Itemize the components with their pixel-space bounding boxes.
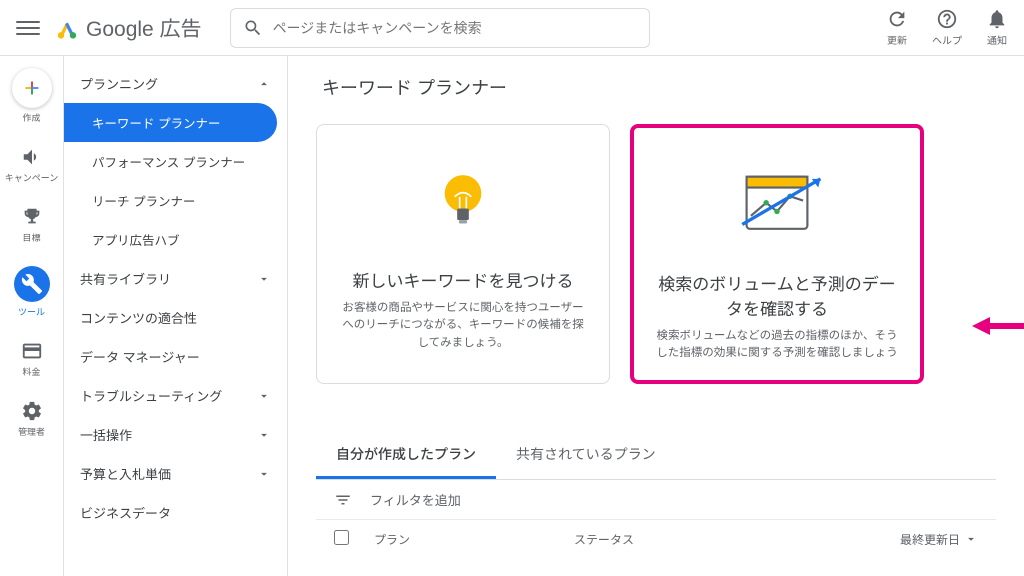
trophy-icon	[21, 206, 43, 228]
side-data-manager[interactable]: データ マネージャー	[64, 337, 287, 376]
side-group-planning[interactable]: プランニング	[64, 64, 287, 103]
google-ads-logo-icon	[56, 17, 78, 39]
col-updated[interactable]: 最終更新日	[900, 531, 978, 548]
side-keyword-planner[interactable]: キーワード プランナー	[64, 103, 277, 142]
card-forecast-title: 検索のボリュームと予測のデータを確認する	[654, 270, 900, 320]
side-reach-planner[interactable]: リーチ プランナー	[64, 181, 287, 220]
search-box[interactable]	[230, 8, 650, 48]
megaphone-icon	[21, 146, 43, 168]
rail-create[interactable]: 作成	[0, 68, 63, 124]
chevron-down-icon	[257, 428, 271, 442]
search-icon	[243, 18, 263, 38]
credit-card-icon	[21, 340, 43, 362]
notifications-button[interactable]: 通知	[986, 8, 1008, 47]
side-troubleshooting[interactable]: トラブルシューティング	[64, 376, 287, 415]
side-app-ads-hub[interactable]: アプリ広告ハブ	[64, 220, 287, 259]
rail-billing[interactable]: 料金	[0, 340, 63, 378]
add-filter-button[interactable]: フィルタを追加	[370, 490, 461, 509]
chevron-down-icon	[257, 272, 271, 286]
refresh-icon	[886, 8, 908, 30]
chevron-down-icon	[257, 389, 271, 403]
card-forecast-desc: 検索ボリュームなどの過去の指標のほか、そうした指標の効果に関する予測を確認しまし…	[654, 328, 900, 363]
lightbulb-icon	[438, 153, 488, 253]
side-content-suitability[interactable]: コンテンツの適合性	[64, 298, 287, 337]
annotation-arrow-icon	[972, 314, 1024, 338]
hamburger-menu-icon[interactable]	[16, 16, 40, 40]
chevron-up-icon	[257, 77, 271, 91]
rail-goals[interactable]: 目標	[0, 206, 63, 244]
chart-arrow-icon	[722, 156, 832, 256]
col-status[interactable]: ステータス	[574, 531, 774, 548]
help-button[interactable]: ヘルプ	[932, 8, 962, 47]
side-business-data[interactable]: ビジネスデータ	[64, 493, 287, 532]
rail-campaign[interactable]: キャンペーン	[0, 146, 63, 184]
refresh-button[interactable]: 更新	[886, 8, 908, 47]
page-title: キーワード プランナー	[322, 74, 996, 100]
product-name: Google 広告	[86, 13, 202, 43]
sort-down-icon	[964, 532, 978, 546]
col-plan[interactable]: プラン	[374, 531, 574, 548]
select-all-checkbox[interactable]	[334, 530, 349, 545]
card-discover-desc: お客様の商品やサービスに関心を持つユーザーへのリーチにつながる、キーワードの候補…	[337, 300, 589, 352]
tab-my-plans[interactable]: 自分が作成したプラン	[316, 432, 496, 479]
tools-icon	[21, 273, 43, 295]
filter-icon[interactable]	[334, 491, 352, 509]
product-logo[interactable]: Google 広告	[56, 13, 202, 43]
gear-icon	[21, 400, 43, 422]
rail-admin[interactable]: 管理者	[0, 400, 63, 438]
side-budget-bidding[interactable]: 予算と入札単価	[64, 454, 287, 493]
bell-icon	[986, 8, 1008, 30]
plus-icon	[21, 77, 43, 99]
card-discover-keywords[interactable]: 新しいキーワードを見つける お客様の商品やサービスに関心を持つユーザーへのリーチ…	[316, 124, 610, 384]
card-forecast-volume[interactable]: 検索のボリュームと予測のデータを確認する 検索ボリュームなどの過去の指標のほか、…	[630, 124, 924, 384]
search-input[interactable]	[273, 20, 637, 36]
rail-tools[interactable]: ツール	[0, 266, 63, 318]
help-icon	[936, 8, 958, 30]
side-performance-planner[interactable]: パフォーマンス プランナー	[64, 142, 287, 181]
tab-shared-plans[interactable]: 共有されているプラン	[496, 432, 676, 479]
chevron-down-icon	[257, 467, 271, 481]
side-bulk-actions[interactable]: 一括操作	[64, 415, 287, 454]
card-discover-title: 新しいキーワードを見つける	[353, 267, 574, 292]
side-shared-library[interactable]: 共有ライブラリ	[64, 259, 287, 298]
